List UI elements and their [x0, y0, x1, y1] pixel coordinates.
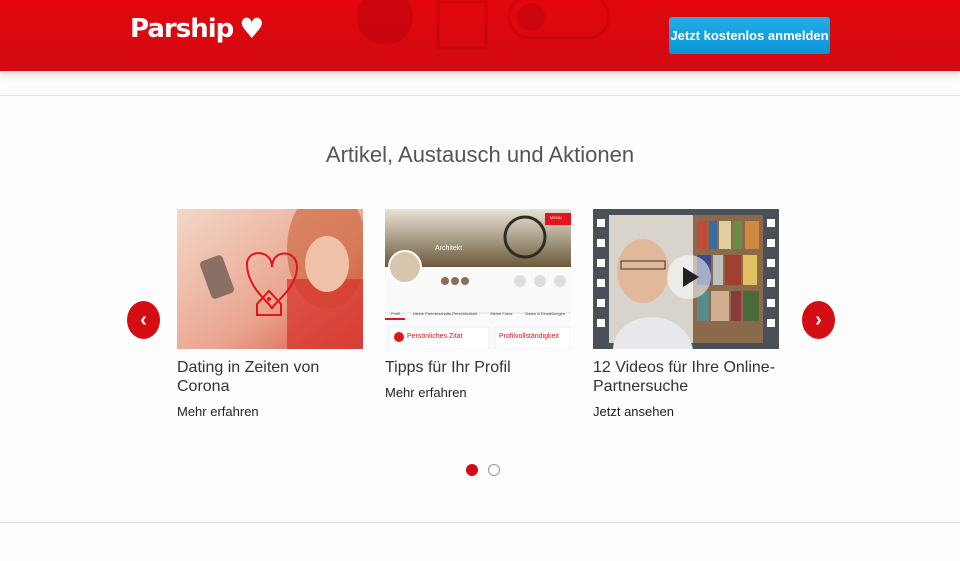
- card-title[interactable]: Dating in Zeiten von Corona: [177, 358, 367, 396]
- article-card-corona[interactable]: Dating in Zeiten von Corona Mehr erfahre…: [177, 209, 367, 419]
- card-title[interactable]: Tipps für Ihr Profil: [385, 358, 575, 377]
- pagination-dot[interactable]: [488, 464, 500, 476]
- more-info-link[interactable]: Mehr erfahren: [177, 404, 367, 419]
- register-free-button[interactable]: Jetzt kostenlos anmelden: [669, 17, 830, 54]
- site-header: Parship ♥ Jetzt kostenlos anmelden: [0, 0, 960, 71]
- pagination-dot-active[interactable]: [466, 464, 478, 476]
- divider: [0, 95, 960, 96]
- profile-menu-label: MENÜ: [550, 215, 562, 220]
- divider: [0, 522, 960, 523]
- card-image-video[interactable]: [593, 209, 779, 349]
- profile-tab: Daten & Einstellungen: [525, 311, 565, 316]
- watch-now-link[interactable]: Jetzt ansehen: [593, 404, 783, 419]
- chevron-right-icon: ›: [815, 308, 822, 331]
- section-title: Artikel, Austausch und Aktionen: [325, 142, 635, 167]
- heart-icon: ♥: [239, 12, 264, 45]
- chevron-left-icon: ‹: [140, 308, 147, 331]
- card-title[interactable]: 12 Videos für Ihre Online-Partnersuche: [593, 358, 783, 396]
- profile-completeness-label: Profilvollständigkeit: [499, 333, 559, 340]
- header-decoration-box-icon: [436, 0, 488, 50]
- article-card-profile-tips[interactable]: Architekt MENÜ Profil Meine Partnerschaf…: [385, 209, 575, 400]
- carousel-pagination: [466, 464, 500, 476]
- profile-tab: Meine Fotos: [490, 311, 513, 316]
- more-info-link[interactable]: Mehr erfahren: [385, 385, 575, 400]
- carousel-next-button[interactable]: ›: [802, 301, 835, 339]
- parship-logo[interactable]: Parship ♥: [130, 12, 264, 45]
- article-card-videos[interactable]: 12 Videos für Ihre Online-Partnersuche J…: [593, 209, 783, 419]
- profile-tab: Profil: [391, 311, 401, 316]
- profile-tab: Meine Partnerschafts-Persönlichkeit: [413, 311, 478, 316]
- carousel-prev-button[interactable]: ‹: [127, 301, 160, 339]
- profile-name-label: Architekt: [435, 245, 463, 252]
- logo-text: Parship: [130, 14, 234, 44]
- header-decoration-pill-icon: [507, 0, 611, 40]
- card-image-profile[interactable]: Architekt MENÜ Profil Meine Partnerschaf…: [385, 209, 571, 349]
- header-decoration-circle-icon: [357, 0, 413, 45]
- profile-quote-label: Persönliches Zitat: [407, 333, 463, 340]
- card-image-corona[interactable]: [177, 209, 363, 349]
